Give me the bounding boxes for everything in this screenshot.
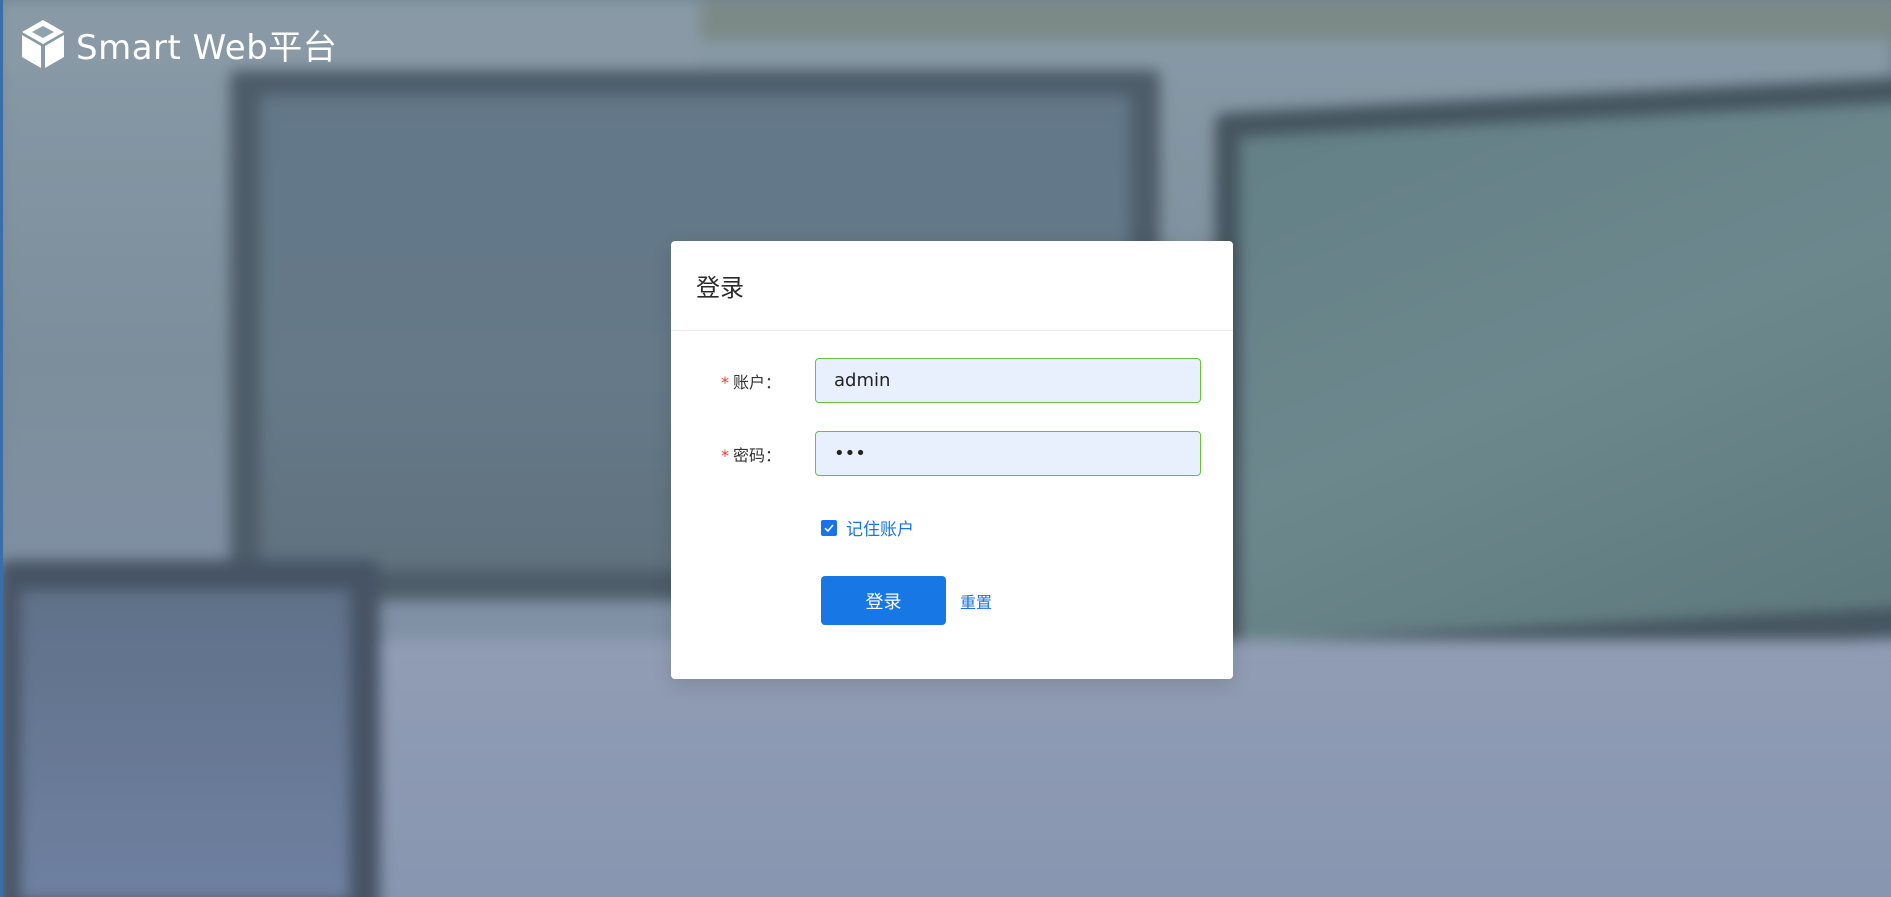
password-input[interactable] — [815, 431, 1201, 476]
password-row: * 密码： — [671, 431, 1233, 476]
login-dialog: 登录 *账户： *密码： 记住账户 登录 重置 — [671, 241, 1233, 679]
account-label-text: 账户： — [732, 372, 781, 392]
account-label: * 账户： — [671, 369, 801, 393]
brand-header: Smart Web平台 — [20, 18, 337, 70]
dialog-title: 登录 — [696, 274, 744, 302]
account-input[interactable] — [815, 358, 1201, 403]
brand-name: Smart Web平台 — [76, 27, 338, 68]
remember-account-checkbox[interactable]: 记住账户 — [821, 515, 914, 540]
password-label: * 密码： — [671, 442, 801, 466]
reset-button[interactable]: 重置 — [960, 589, 992, 613]
checkbox-checked-icon[interactable] — [821, 519, 837, 536]
cube-logo-icon — [22, 20, 64, 68]
remember-account-label[interactable]: 记住账户 — [846, 515, 914, 540]
password-label-text: 密码： — [732, 445, 781, 465]
login-button[interactable]: 登录 — [821, 576, 946, 625]
button-row: 登录 重置 — [821, 576, 992, 625]
account-row: * 账户： — [671, 358, 1233, 403]
required-mark: * — [720, 372, 729, 392]
required-mark: * — [720, 445, 729, 465]
dialog-header: 登录 — [671, 241, 1233, 331]
window-edge — [0, 0, 3, 897]
login-page: Smart Web平台 登录 *账户： *密码： 记住账户 登录 重置 — [0, 0, 1891, 897]
